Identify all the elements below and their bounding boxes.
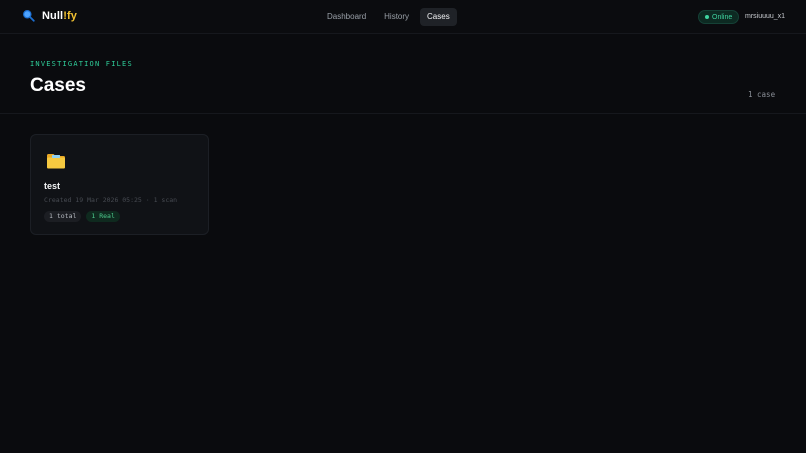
nav-cases[interactable]: Cases	[420, 8, 457, 26]
case-name: test	[44, 181, 61, 191]
case-count: 1 case	[748, 90, 776, 99]
header-divider	[0, 113, 806, 114]
brand-name-prefix: Null	[42, 9, 64, 22]
section-eyebrow: INVESTIGATION FILES	[30, 60, 133, 68]
page-title: Cases	[30, 75, 86, 96]
brand-name-accent: !fy	[63, 9, 77, 22]
username[interactable]: mrsiuuuu_x1	[745, 13, 785, 20]
search-icon	[23, 10, 35, 22]
folder-icon	[47, 154, 65, 169]
nav-history[interactable]: History	[377, 8, 416, 26]
nav-dashboard[interactable]: Dashboard	[320, 8, 373, 26]
status-label: Online	[712, 13, 733, 21]
main-nav: Dashboard History Cases	[320, 8, 457, 26]
tag-total: 1 total	[44, 211, 82, 222]
brand-logo[interactable]: Null!fy	[22, 9, 77, 22]
brand-name: Null!fy	[42, 10, 77, 22]
status-badge: Online	[698, 10, 740, 24]
online-dot-icon	[705, 15, 709, 19]
tag-real: 1 Real	[86, 211, 120, 222]
case-card[interactable]: test Created 19 Mar 2026 05:25 · 1 scan …	[30, 134, 209, 235]
case-meta: Created 19 Mar 2026 05:25 · 1 scan	[44, 196, 178, 204]
case-tags: 1 total 1 Real	[44, 211, 120, 222]
top-navbar: Null!fy Dashboard History Cases Online m…	[0, 0, 806, 34]
